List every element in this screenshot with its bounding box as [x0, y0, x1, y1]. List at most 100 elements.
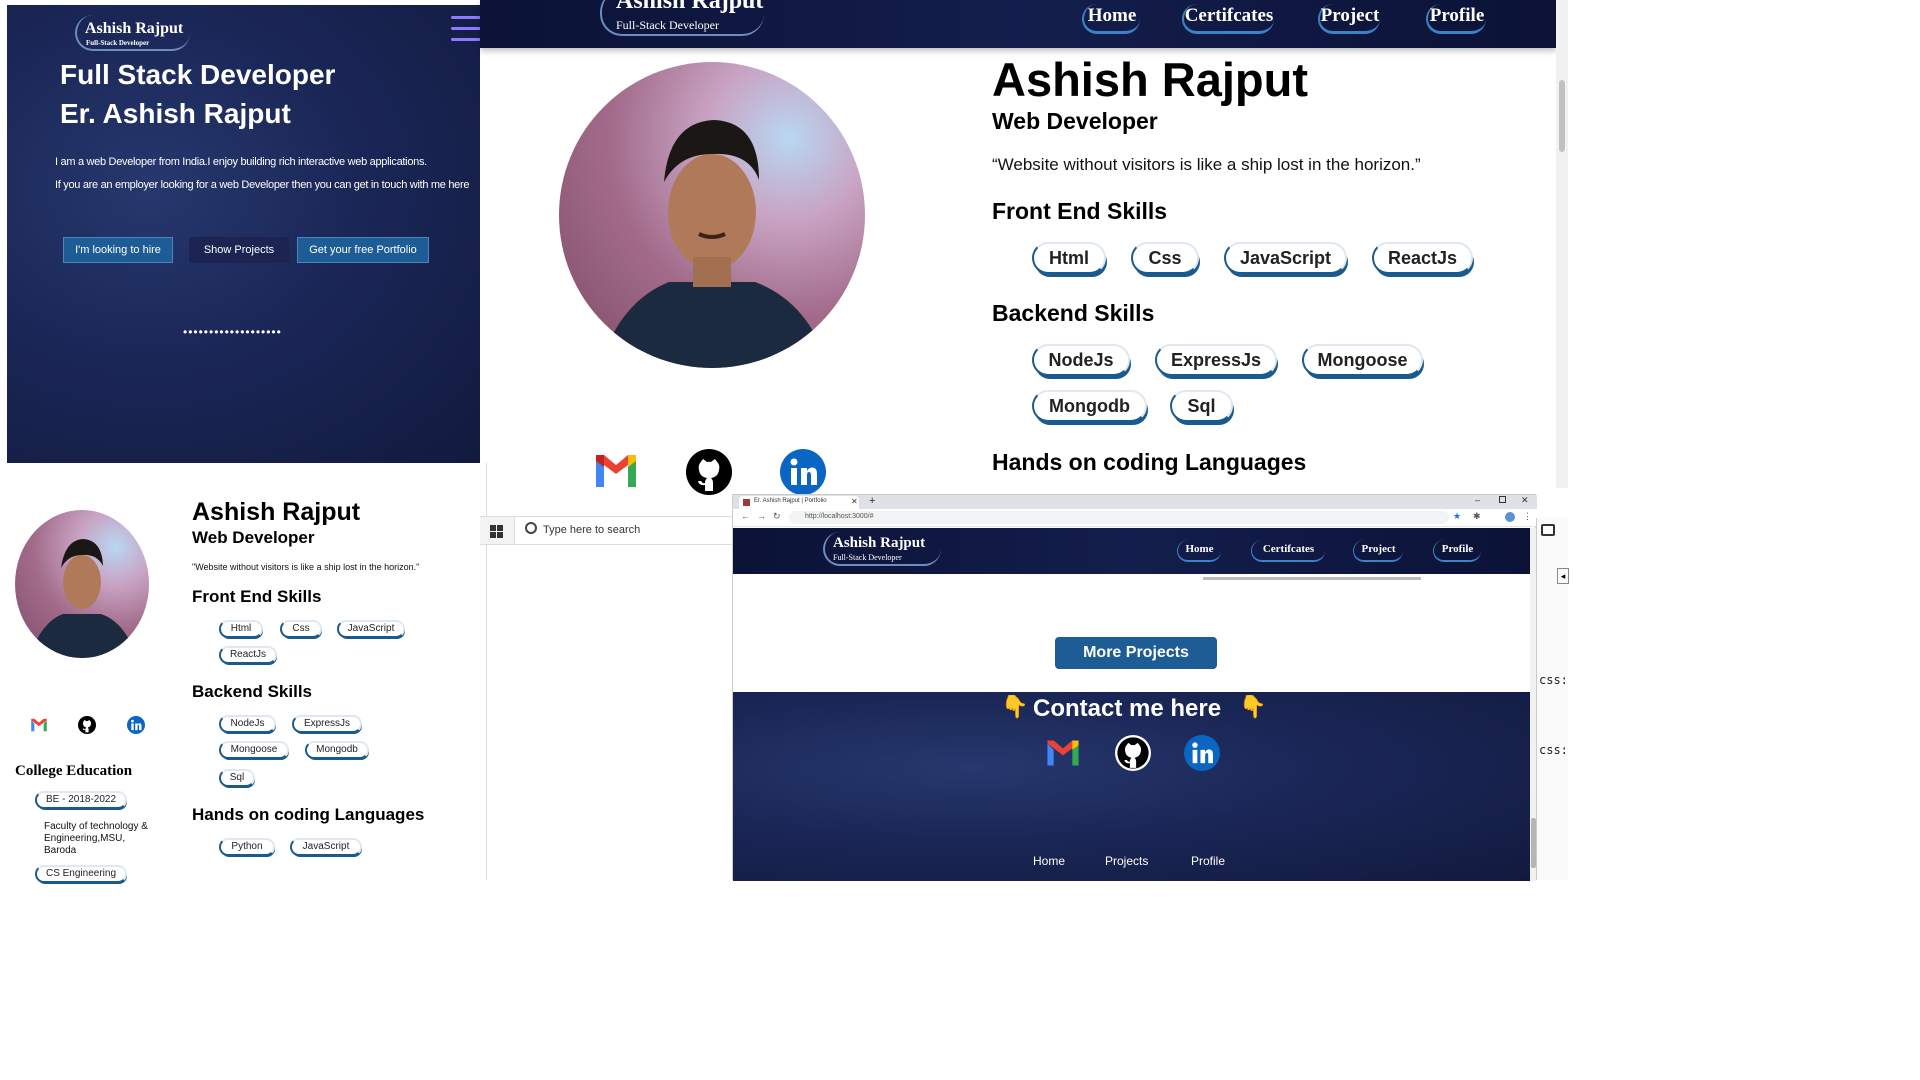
pointer-left-icon: 👇: [1001, 694, 1029, 719]
mobile-profile-quote: "Website without visitors is like a ship…: [192, 562, 420, 572]
footer-link-home[interactable]: Home: [1033, 854, 1065, 868]
tab-close-icon[interactable]: ✕: [851, 497, 858, 506]
desktop-brand-sub: Full-Stack Developer: [616, 18, 719, 32]
languages-heading: Hands on coding Languages: [992, 449, 1307, 475]
hero-intro-line1: I am a web Developer from India.I enjoy …: [55, 156, 427, 168]
tab-favicon-icon: [743, 499, 750, 506]
browser-toolbar: ← → ↻ http://localhost:3000/# ★ ✱ ⋮: [733, 509, 1537, 527]
mobile-hero-panel: Ashish Rajput Full-Stack Developer Full …: [7, 5, 481, 463]
mobile-skill-css: Css: [280, 620, 322, 638]
education-college: Faculty of technology & Engineering,MSU,…: [44, 821, 148, 856]
forward-icon[interactable]: →: [757, 511, 766, 521]
profile-role: Web Developer: [992, 108, 1158, 134]
footer-link-profile[interactable]: Profile: [1191, 854, 1225, 868]
mobile-lang-javascript: JavaScript: [290, 838, 362, 856]
window-minimize-icon[interactable]: –: [1475, 495, 1480, 505]
mobile-skill-javascript: JavaScript: [337, 620, 405, 638]
window-close-icon[interactable]: ✕: [1521, 495, 1529, 506]
address-bar[interactable]: http://localhost:3000/#: [789, 511, 1449, 524]
extensions-icon[interactable]: ✱: [1473, 511, 1481, 522]
mobile-skill-reactjs: ReactJs: [219, 646, 277, 664]
skill-mongoose: Mongoose: [1302, 344, 1423, 376]
nav-project[interactable]: Project: [1318, 4, 1380, 34]
taskbar-strip: Type here to search: [480, 516, 732, 545]
mobile-languages-heading: Hands on coding Languages: [192, 805, 425, 824]
mobile-skill-sql: Sql: [219, 769, 255, 787]
hero-title-line2: Er. Ashish Rajput: [60, 98, 291, 129]
page-scrollbar[interactable]: [1556, 0, 1568, 488]
hire-button[interactable]: I'm looking to hire: [63, 237, 173, 263]
browser-window: Er. Ashish Rajput | Portfolio ✕ + – ✕ ← …: [732, 494, 1537, 881]
browser-nav-certificates[interactable]: Certifcates: [1251, 540, 1325, 562]
mobile-gmail-icon[interactable]: [30, 717, 48, 733]
browser-menu-icon[interactable]: ⋮: [1523, 511, 1532, 522]
scrollbar-thumb[interactable]: [1559, 80, 1565, 152]
browser-nav-profile[interactable]: Profile: [1433, 540, 1481, 562]
mobile-brand-sub: Full-Stack Developer: [86, 39, 150, 47]
skill-javascript: JavaScript: [1224, 242, 1347, 274]
mobile-skill-expressjs: ExpressJs: [292, 715, 362, 733]
window-maximize-icon[interactable]: [1499, 496, 1506, 503]
browser-brand-name: Ashish Rajput: [833, 535, 926, 551]
profile-name: Ashish Rajput: [992, 53, 1308, 106]
contact-github-icon[interactable]: [1115, 735, 1151, 771]
profile-avatar-icon[interactable]: [1505, 512, 1515, 522]
bookmark-star-icon[interactable]: ★: [1453, 511, 1461, 522]
browser-nav-project[interactable]: Project: [1353, 540, 1403, 562]
linkedin-icon[interactable]: [780, 448, 826, 496]
gmail-icon[interactable]: [593, 452, 639, 490]
mobile-skill-nodejs: NodeJs: [219, 715, 276, 733]
mobile-github-icon[interactable]: [78, 716, 96, 734]
mobile-profile-photo: [15, 510, 149, 658]
new-tab-icon[interactable]: +: [869, 495, 875, 507]
browser-tabstrip: Er. Ashish Rajput | Portfolio ✕ + – ✕: [733, 495, 1537, 509]
mobile-skill-mongodb: Mongodb: [305, 741, 369, 759]
partial-content-line: [1203, 577, 1421, 580]
desktop-brand-name: Ashish Rajput: [616, 0, 764, 14]
education-branch: CS Engineering: [35, 865, 127, 883]
skill-nodejs: NodeJs: [1032, 344, 1130, 376]
hamburger-menu-icon[interactable]: [451, 13, 481, 43]
tab-title: Er. Ashish Rajput | Portfolio: [754, 498, 827, 504]
footer-link-projects[interactable]: Projects: [1105, 854, 1148, 868]
browser-nav-home[interactable]: Home: [1177, 540, 1221, 562]
side-code-text-1: css:: [1539, 673, 1568, 687]
carousel-dots[interactable]: •••••••••••••••••••: [183, 325, 282, 339]
skill-reactjs: ReactJs: [1372, 242, 1473, 274]
back-icon[interactable]: ←: [741, 511, 750, 521]
hero-intro-line2: If you are an employer looking for a web…: [55, 179, 470, 191]
taskbar-search-placeholder: Type here to search: [543, 524, 641, 536]
reload-icon[interactable]: ↻: [773, 511, 781, 522]
mobile-brand-name: Ashish Rajput: [85, 20, 184, 37]
nav-home[interactable]: Home: [1082, 4, 1140, 34]
github-icon[interactable]: [686, 449, 732, 495]
nav-profile[interactable]: Profile: [1426, 4, 1486, 34]
mobile-profile-panel: Ashish Rajput Web Developer "Website wit…: [7, 463, 487, 883]
browser-brand-sub: Full-Stack Developer: [833, 553, 902, 562]
more-projects-button[interactable]: More Projects: [1055, 637, 1217, 669]
desktop-brand-badge[interactable]: Ashish Rajput Full-Stack Developer: [600, 0, 764, 36]
side-collapse-icon[interactable]: ◂: [1557, 568, 1569, 584]
windows-start-icon[interactable]: [490, 525, 503, 538]
free-portfolio-button[interactable]: Get your free Portfolio: [297, 237, 429, 263]
profile-quote: “Website without visitors is like a ship…: [992, 155, 1421, 174]
side-comment-icon[interactable]: [1541, 524, 1555, 536]
education-heading: College Education: [15, 763, 133, 779]
mobile-skill-mongoose: Mongoose: [219, 741, 289, 759]
browser-brand-badge[interactable]: Ashish Rajput Full-Stack Developer: [823, 532, 941, 566]
nav-certificates[interactable]: Certifcates: [1182, 4, 1274, 34]
mobile-brand-badge[interactable]: Ashish Rajput Full-Stack Developer: [75, 15, 190, 51]
contact-gmail-icon[interactable]: [1045, 738, 1081, 768]
taskbar-search-box[interactable]: Type here to search: [514, 517, 732, 544]
address-url: http://localhost:3000/#: [805, 513, 874, 520]
desktop-navbar: Ashish Rajput Full-Stack Developer Home …: [480, 0, 1556, 48]
mobile-skill-html: Html: [219, 620, 263, 638]
browser-tab[interactable]: Er. Ashish Rajput | Portfolio ✕: [739, 496, 859, 509]
show-projects-button[interactable]: Show Projects: [189, 237, 289, 263]
mobile-lang-python: Python: [219, 838, 275, 856]
browser-site-navbar: Ashish Rajput Full-Stack Developer Home …: [733, 528, 1530, 574]
education-years: BE - 2018-2022: [35, 791, 127, 809]
contact-linkedin-icon[interactable]: [1184, 735, 1220, 771]
mobile-linkedin-icon[interactable]: [127, 716, 145, 734]
mobile-profile-name: Ashish Rajput: [192, 498, 361, 526]
